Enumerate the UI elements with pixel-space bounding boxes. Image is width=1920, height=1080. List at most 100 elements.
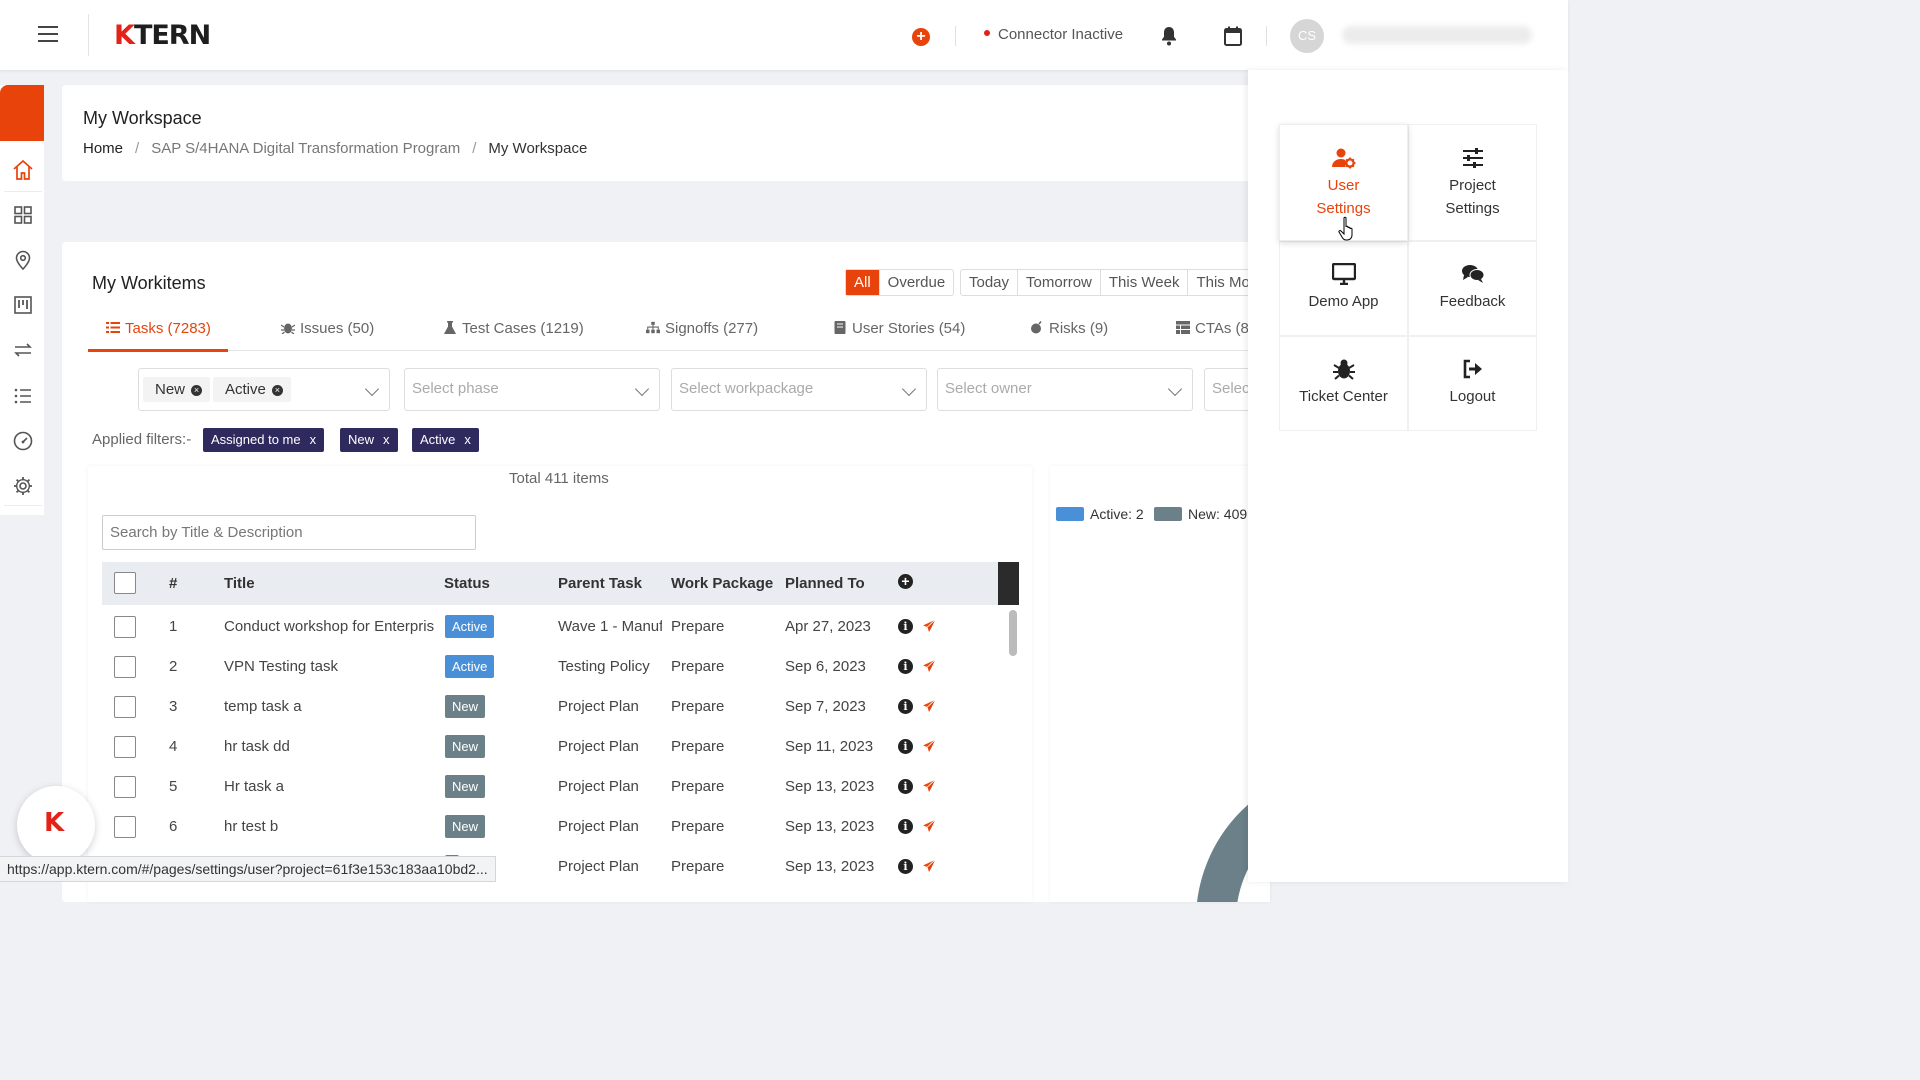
- info-icon[interactable]: i: [898, 739, 913, 754]
- task-title[interactable]: temp task a: [224, 698, 434, 715]
- send-icon[interactable]: [921, 818, 937, 834]
- table-row[interactable]: 5 Hr task a New Project Plan Prepare Sep…: [102, 767, 998, 807]
- search-input[interactable]: [102, 515, 476, 550]
- add-column-icon[interactable]: +: [898, 574, 913, 589]
- task-title[interactable]: hr task dd: [224, 738, 434, 755]
- info-icon[interactable]: i: [898, 859, 913, 874]
- table-row[interactable]: 6 hr test b New Project Plan Prepare Sep…: [102, 807, 998, 847]
- row-checkbox[interactable]: [114, 696, 136, 718]
- table-row[interactable]: 1 Conduct workshop for Enterprise Active…: [102, 607, 998, 647]
- table-row[interactable]: 4 hr task dd New Project Plan Prepare Se…: [102, 727, 998, 767]
- home-icon[interactable]: [12, 159, 34, 181]
- info-icon[interactable]: i: [898, 659, 913, 674]
- remove-filter-icon[interactable]: x: [464, 432, 471, 447]
- send-icon[interactable]: [921, 698, 937, 714]
- map-pin-icon[interactable]: [12, 249, 34, 271]
- tab-test-cases[interactable]: Test Cases (1219): [443, 320, 584, 337]
- gauge-icon[interactable]: [12, 430, 34, 452]
- avatar[interactable]: CS: [1290, 19, 1324, 53]
- row-checkbox[interactable]: [114, 776, 136, 798]
- bug-icon: [281, 323, 295, 334]
- workitems-card: My Workitems All Overdue Today Tomorrow …: [62, 242, 1324, 902]
- tab-issues[interactable]: Issues (50): [281, 320, 374, 337]
- tab-risks[interactable]: Risks (9): [1030, 320, 1108, 337]
- connector-status[interactable]: Connector Inactive: [984, 26, 1123, 43]
- info-icon[interactable]: i: [898, 819, 913, 834]
- tab-tasks[interactable]: Tasks (7283): [106, 320, 211, 337]
- list-icon: [106, 322, 120, 333]
- column-header-work-package[interactable]: Work Package: [671, 575, 773, 592]
- select-all-checkbox[interactable]: [114, 572, 136, 594]
- link-status-bar: https://app.ktern.com/#/pages/settings/u…: [0, 856, 496, 882]
- kanban-board-icon[interactable]: [12, 294, 34, 316]
- task-title[interactable]: VPN Testing task: [224, 658, 434, 675]
- scrollbar-thumb[interactable]: [1009, 610, 1017, 656]
- status-multiselect[interactable]: New × Active ×: [138, 368, 390, 411]
- status-dot-icon: [984, 30, 990, 37]
- table-row[interactable]: 2 VPN Testing task Active Testing Policy…: [102, 647, 998, 687]
- filter-this-week-button[interactable]: This Week: [1101, 270, 1189, 295]
- send-icon[interactable]: [921, 738, 937, 754]
- user-name-blurred[interactable]: [1342, 26, 1532, 44]
- transfer-arrows-icon[interactable]: [12, 339, 34, 361]
- task-title[interactable]: Conduct workshop for Enterprise: [224, 618, 434, 635]
- tab-ctas[interactable]: CTAs (8: [1176, 320, 1249, 337]
- ticket-center-menu-item[interactable]: Ticket Center: [1279, 336, 1408, 431]
- send-icon[interactable]: [921, 778, 937, 794]
- filter-all-button[interactable]: All: [846, 270, 880, 295]
- row-checkbox[interactable]: [114, 736, 136, 758]
- tab-user-stories[interactable]: User Stories (54): [833, 320, 965, 337]
- task-title[interactable]: Hr task a: [224, 778, 434, 795]
- bell-icon[interactable]: [1160, 26, 1178, 46]
- total-items-count: Total 411 items: [509, 470, 609, 487]
- filter-overdue-button[interactable]: Overdue: [880, 270, 954, 295]
- info-icon[interactable]: i: [898, 619, 913, 634]
- phase-select[interactable]: Select phase: [404, 368, 660, 411]
- floating-assistant-button[interactable]: K: [17, 786, 95, 864]
- dashboard-grid-icon[interactable]: [12, 204, 34, 226]
- remove-chip-icon[interactable]: ×: [271, 385, 283, 396]
- left-sidebar: [0, 85, 44, 515]
- filter-tomorrow-button[interactable]: Tomorrow: [1018, 270, 1101, 295]
- task-title[interactable]: hr test b: [224, 818, 434, 835]
- row-checkbox[interactable]: [114, 616, 136, 638]
- send-icon[interactable]: [921, 858, 937, 874]
- column-header-status[interactable]: Status: [444, 575, 490, 592]
- remove-chip-icon[interactable]: ×: [191, 385, 203, 396]
- demo-app-menu-item[interactable]: Demo App: [1279, 241, 1408, 336]
- column-header-parent-task[interactable]: Parent Task: [558, 575, 642, 592]
- divider: [4, 505, 42, 506]
- info-icon[interactable]: i: [898, 779, 913, 794]
- gear-icon[interactable]: [12, 475, 34, 497]
- workpackage-select[interactable]: Select workpackage: [671, 368, 927, 411]
- send-icon[interactable]: [921, 658, 937, 674]
- logout-menu-item[interactable]: Logout: [1408, 336, 1537, 431]
- breadcrumb-program[interactable]: SAP S/4HANA Digital Transformation Progr…: [151, 140, 460, 157]
- row-checkbox[interactable]: [114, 816, 136, 838]
- owner-select[interactable]: Select owner: [937, 368, 1193, 411]
- sliders-icon: [1463, 148, 1483, 168]
- remove-filter-icon[interactable]: x: [383, 432, 390, 447]
- ktern-logo[interactable]: KTERN: [114, 20, 211, 51]
- remove-filter-icon[interactable]: x: [310, 432, 317, 447]
- list-icon[interactable]: [12, 385, 34, 407]
- status-chip-new: New ×: [143, 377, 211, 402]
- time-filter-group-2: Today Tomorrow This Week This Mo: [960, 269, 1259, 296]
- column-header-planned-to[interactable]: Planned To: [785, 575, 865, 592]
- tab-signoffs[interactable]: Signoffs (277): [646, 320, 758, 337]
- table-row[interactable]: 3 temp task a New Project Plan Prepare S…: [102, 687, 998, 727]
- row-checkbox[interactable]: [114, 656, 136, 678]
- hamburger-menu-icon[interactable]: [38, 26, 58, 44]
- filter-today-button[interactable]: Today: [961, 270, 1019, 295]
- add-circle-icon[interactable]: +: [912, 28, 930, 46]
- calendar-icon[interactable]: [1224, 26, 1242, 46]
- feedback-menu-item[interactable]: Feedback: [1408, 241, 1537, 336]
- breadcrumb-home[interactable]: Home: [83, 140, 123, 157]
- info-icon[interactable]: i: [898, 699, 913, 714]
- send-icon[interactable]: [921, 618, 937, 634]
- page-header: My Workspace Home / SAP S/4HANA Digital Tr…: [62, 85, 1262, 181]
- divider: [4, 191, 42, 192]
- project-settings-menu-item[interactable]: Project Settings: [1408, 124, 1537, 241]
- column-header-title[interactable]: Title: [224, 575, 255, 592]
- breadcrumb-separator: /: [135, 140, 140, 157]
